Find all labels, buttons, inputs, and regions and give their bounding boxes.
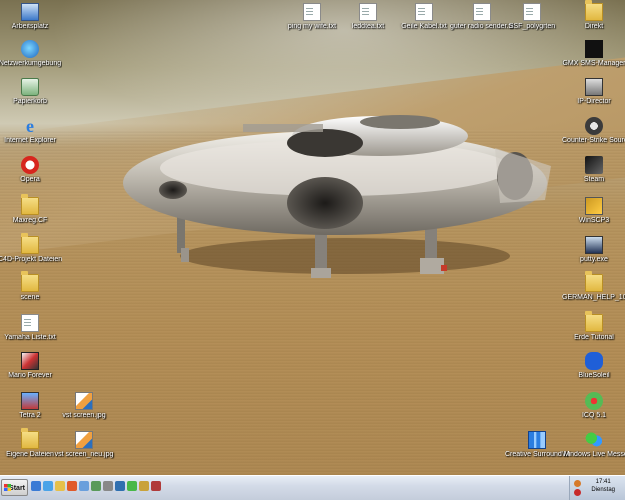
game-icon xyxy=(21,352,39,370)
desktop-icon-arbeitsplatz[interactable]: Arbeitsplatz xyxy=(0,3,62,31)
windows-logo-icon xyxy=(4,484,11,491)
folder-icon xyxy=(585,271,603,292)
folder-icon xyxy=(21,428,39,449)
putty-icon xyxy=(585,236,603,254)
start-button[interactable]: Start xyxy=(1,479,28,496)
desktop-icon-yamaha-liste[interactable]: Yamaha Liste.txt xyxy=(0,314,62,342)
network-icon xyxy=(21,40,39,58)
clock-time: 17:41 xyxy=(595,479,611,485)
desktop-icon-ip-director[interactable]: IP-Director xyxy=(562,78,625,106)
desktop-icon-c4d-projekt[interactable]: C4D-Projekt Dateien xyxy=(0,233,62,264)
folder-icon xyxy=(21,194,39,215)
desktop-icon-gmx-sms-manager[interactable]: GMX SMS-Manager xyxy=(562,40,625,68)
desktop-icon-winscp3[interactable]: WinSCP3 xyxy=(562,197,625,225)
quicklaunch-desktop-icon[interactable] xyxy=(31,481,41,491)
quicklaunch-messenger-icon[interactable] xyxy=(127,481,137,491)
text-file-icon xyxy=(415,3,433,21)
text-file-icon xyxy=(303,3,321,21)
ip-director-icon xyxy=(585,78,603,96)
folder-icon xyxy=(585,311,603,332)
desktop-icon-mario-forever[interactable]: Mario Forever xyxy=(0,352,62,380)
text-file-icon xyxy=(473,3,491,21)
messenger-icon xyxy=(585,431,603,449)
quicklaunch-network-icon[interactable] xyxy=(91,481,101,491)
start-label: Start xyxy=(9,485,25,492)
quicklaunch-ftp-icon[interactable] xyxy=(151,481,161,491)
quicklaunch-app-icon[interactable] xyxy=(115,481,125,491)
clock[interactable]: 17:41 Dienstag xyxy=(591,478,615,494)
winscp-icon xyxy=(585,197,603,215)
mixer-icon xyxy=(528,431,546,449)
desktop-icon-geile-kabel[interactable]: Geile Kabel.txt xyxy=(392,3,456,31)
internet-explorer-icon: e xyxy=(26,116,34,136)
desktop-icon-internet-explorer[interactable]: e Internet Explorer xyxy=(0,117,62,145)
bluetooth-icon xyxy=(585,352,603,370)
gmx-icon xyxy=(585,40,603,58)
desktop-icon-ping-my-wife[interactable]: ping my wife.txt xyxy=(280,3,344,31)
desktop-icon-creative-surround-mixer[interactable]: Creative Surround Mixer xyxy=(505,431,569,459)
desktop-icon-netzwerkumgebung[interactable]: Netzwerkumgebung xyxy=(0,40,62,68)
quicklaunch-tool-icon[interactable] xyxy=(139,481,149,491)
desktop-icon-erde-tutorial[interactable]: Erde Tutorial xyxy=(562,311,625,342)
computer-icon xyxy=(21,3,39,21)
desktop-icon-counter-strike[interactable]: Counter-Strike Source xyxy=(562,117,625,145)
desktop-icon-direkt[interactable]: Direkt xyxy=(562,0,625,31)
clock-day: Dienstag xyxy=(591,487,615,493)
quicklaunch-folder-icon[interactable] xyxy=(55,481,65,491)
folder-icon xyxy=(21,271,39,292)
desktop-icon-bluesoleil[interactable]: BlueSoleil xyxy=(562,352,625,380)
desktop-icon-papierkorb[interactable]: Papierkorb xyxy=(0,78,62,106)
tray-app-icon[interactable] xyxy=(574,480,581,487)
image-file-icon xyxy=(75,392,93,410)
wallpaper-ufo-illustration xyxy=(123,115,551,278)
desktop-icon-ssf-polygrten[interactable]: SSF_polygrten xyxy=(500,3,564,31)
desktop-icon-steam[interactable]: Steam xyxy=(562,156,625,184)
desktop-icon-opera[interactable]: Opera xyxy=(0,156,62,184)
desktop-icon-vst-screen-neu[interactable]: vst screen_neu.jpg xyxy=(52,431,116,459)
game-icon xyxy=(21,392,39,410)
counter-strike-icon xyxy=(585,117,603,135)
image-file-icon xyxy=(75,431,93,449)
tray-alert-icon[interactable] xyxy=(574,489,581,496)
desktop-icon-maxreg[interactable]: Maxreg.CF xyxy=(0,194,62,225)
folder-icon xyxy=(21,233,39,254)
text-file-icon xyxy=(21,314,39,332)
icq-icon xyxy=(585,392,603,410)
desktop-icon-vst-screen[interactable]: vst screen.jpg xyxy=(52,392,116,420)
system-tray: 17:41 Dienstag xyxy=(569,476,625,500)
quicklaunch-browser-icon[interactable] xyxy=(43,481,53,491)
desktop-icon-scene[interactable]: scene xyxy=(0,271,62,302)
quicklaunch-player-icon[interactable] xyxy=(103,481,113,491)
desktop: Arbeitsplatz Netzwerkumgebung Papierkorb… xyxy=(0,0,625,475)
recycle-bin-icon xyxy=(21,78,39,96)
folder-icon xyxy=(585,0,603,21)
taskbar: Start 17:41 Dienstag xyxy=(0,475,625,500)
text-file-icon xyxy=(523,3,541,21)
desktop-icon-windows-live-messenger[interactable]: Windows Live Messenger xyxy=(562,431,625,459)
quicklaunch-mail-icon[interactable] xyxy=(79,481,89,491)
desktop-icon-icq[interactable]: ICQ 5.1 xyxy=(562,392,625,420)
quicklaunch-media-icon[interactable] xyxy=(67,481,77,491)
desktop-icon-german-help[interactable]: GERMAN_HELP_10.0... xyxy=(562,271,625,302)
desktop-icon-putty[interactable]: putty.exe xyxy=(562,236,625,264)
text-file-icon xyxy=(359,3,377,21)
opera-icon xyxy=(21,156,39,174)
steam-icon xyxy=(585,156,603,174)
desktop-icon-leddtea[interactable]: leddtea.txt xyxy=(336,3,400,31)
